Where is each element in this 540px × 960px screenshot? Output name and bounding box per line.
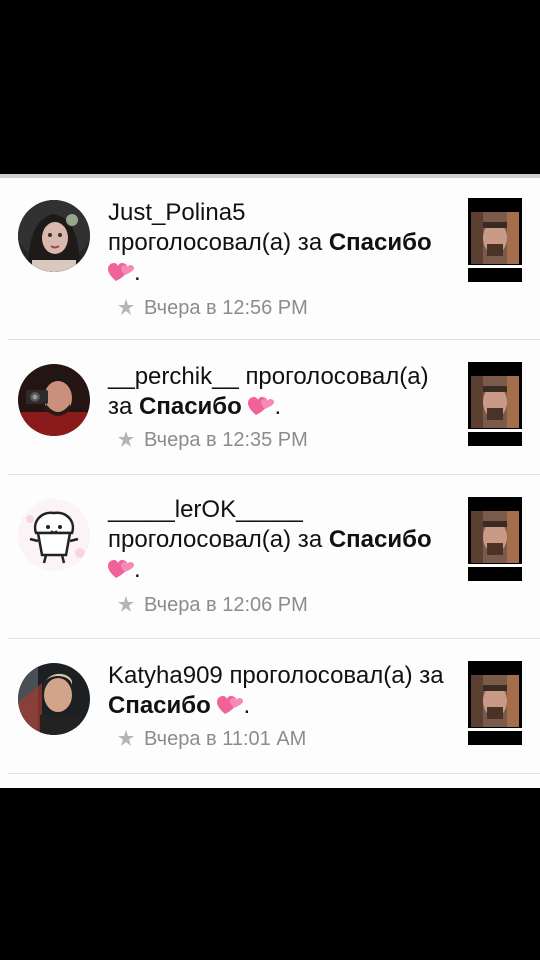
post-photo (471, 212, 519, 264)
vote-target[interactable]: Спасибо (108, 692, 211, 719)
timestamp-text: Вчера в 12:56 PM (144, 297, 308, 319)
post-thumbnail[interactable] (468, 497, 522, 581)
post-photo (471, 511, 519, 563)
star-icon (118, 431, 134, 447)
sentence-end: . (134, 556, 141, 583)
thumbnail-strip (468, 265, 522, 268)
post-thumbnail[interactable] (468, 661, 522, 745)
notification-item[interactable]: __perchik__ проголосовал(а) за Спасибо .… (0, 340, 540, 475)
star-icon (118, 299, 134, 315)
username[interactable]: _____lerOK_____ (108, 496, 303, 523)
user-avatar[interactable] (18, 200, 90, 272)
user-avatar[interactable] (18, 499, 90, 571)
timestamp-text: Вчера в 11:01 AM (144, 728, 307, 750)
post-thumbnail[interactable] (468, 198, 522, 282)
timestamp: Вчера в 12:35 PM (118, 428, 308, 452)
post-photo (471, 675, 519, 727)
notifications-list: Just_Polina5 проголосовал(а) за Спасибо … (0, 174, 540, 788)
post-photo (471, 376, 519, 428)
divider (8, 773, 540, 774)
username[interactable]: __perchik__ (108, 363, 239, 390)
two-hearts-icon (108, 263, 134, 281)
action-text: проголосовал(а) за (229, 662, 444, 689)
thumbnail-strip (468, 728, 522, 731)
notification-text: Katyha909 проголосовал(а) за Спасибо . (108, 661, 456, 721)
vote-target[interactable]: Спасибо (139, 393, 242, 420)
vote-target[interactable]: Спасибо (329, 229, 432, 256)
sentence-end: . (274, 393, 282, 420)
sentence-end: . (134, 259, 141, 286)
star-icon (118, 730, 134, 746)
thumbnail-strip (468, 429, 522, 432)
two-hearts-icon (108, 560, 134, 578)
user-avatar[interactable] (18, 364, 90, 436)
action-text: проголосовал(а) за (108, 229, 323, 256)
notification-item[interactable]: Just_Polina5 проголосовал(а) за Спасибо … (0, 178, 540, 319)
notification-text: Just_Polina5 проголосовал(а) за Спасибо … (108, 198, 456, 288)
vote-target[interactable]: Спасибо (329, 526, 432, 553)
notification-item[interactable]: _____lerOK_____ проголосовал(а) за Спаси… (0, 475, 540, 616)
notification-text: _____lerOK_____ проголосовал(а) за Спаси… (108, 495, 456, 585)
timestamp-text: Вчера в 12:06 PM (144, 594, 308, 616)
timestamp: Вчера в 12:06 PM (118, 593, 308, 617)
two-hearts-icon (248, 397, 275, 415)
username[interactable]: Just_Polina5 (108, 199, 245, 226)
thumbnail-strip (468, 564, 522, 567)
screen: Just_Polina5 проголосовал(а) за Спасибо … (0, 0, 540, 960)
action-text: проголосовал(а) за (108, 526, 323, 553)
star-icon (118, 596, 134, 612)
sentence-end: . (243, 692, 251, 719)
post-thumbnail[interactable] (468, 362, 522, 446)
user-avatar[interactable] (18, 663, 90, 735)
username[interactable]: Katyha909 (108, 662, 223, 689)
notification-text: __perchik__ проголосовал(а) за Спасибо . (108, 362, 456, 422)
timestamp: Вчера в 11:01 AM (118, 727, 306, 751)
notification-item[interactable]: Katyha909 проголосовал(а) за Спасибо . В… (0, 639, 540, 774)
two-hearts-icon (217, 696, 244, 714)
timestamp: Вчера в 12:56 PM (118, 296, 308, 320)
timestamp-text: Вчера в 12:35 PM (144, 429, 308, 451)
